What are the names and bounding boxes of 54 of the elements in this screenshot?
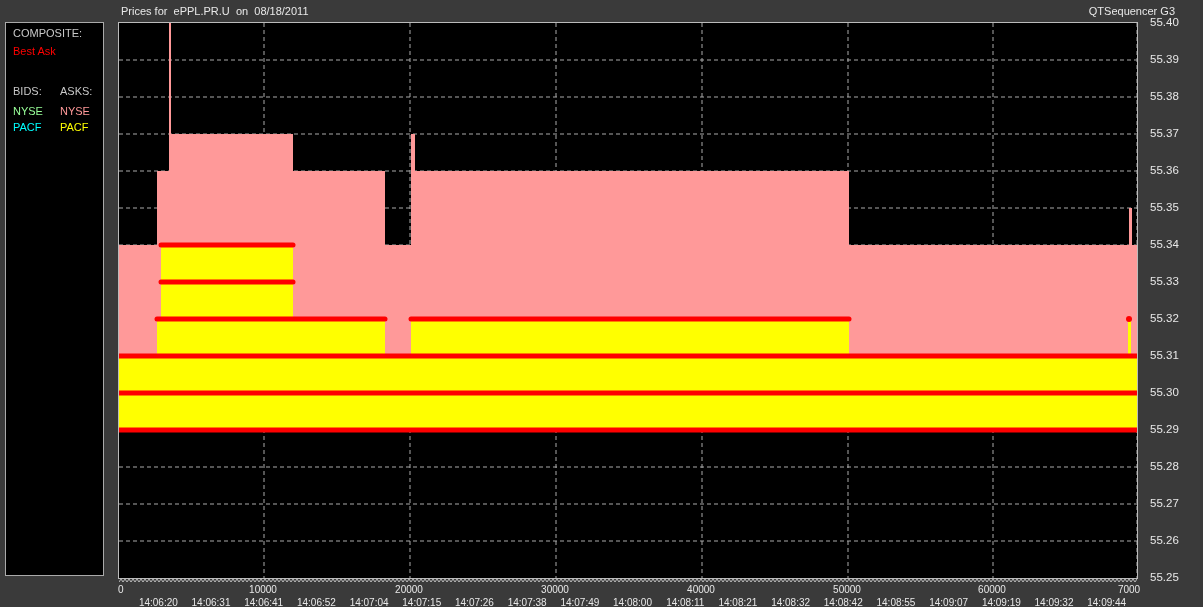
legend-heading: BIDS: [13,85,43,97]
time-label: 14:09:44 [1086,597,1128,607]
time-label: 14:08:00 [612,597,653,607]
axis-label: 40000 [687,584,715,595]
price-label: 55.30 [1150,386,1179,398]
legend-label: PACF [59,121,90,133]
time-label: 14:08:21 [717,597,759,607]
best-ask-point [1126,316,1132,322]
app-name: QTSequencer G3 [1088,5,1175,17]
legend-label: Best Ask [13,45,57,57]
time-label: 14:08:32 [770,597,812,607]
time-label: 14:07:15 [401,597,443,607]
price-label: 55.26 [1150,534,1179,546]
legend-heading: COMPOSITE: [13,27,84,39]
time-label: 14:08:11 [665,597,706,607]
axis-label: 10000 [249,584,277,595]
time-label: 14:07:49 [559,597,601,607]
time-label: 14:08:42 [822,597,864,607]
time-label: 14:08:55 [875,597,917,607]
time-label: 14:09:32 [1033,597,1075,607]
axis-label: 7000 [1117,584,1141,595]
axis-label: 20000 [395,584,423,595]
time-label: 14:07:04 [348,597,390,607]
axis-label: 30000 [541,584,569,595]
price-label: 55.36 [1150,164,1179,176]
legend-label: NYSE [13,105,43,117]
time-label: 14:09:19 [980,597,1022,607]
axis-label: 0 [118,584,124,595]
time-label: 14:06:52 [295,597,337,607]
time-label: 14:06:20 [137,597,179,607]
axis-label: 50000 [833,584,861,595]
price-label: 55.33 [1150,275,1179,287]
price-label: 55.37 [1150,127,1179,139]
time-label: 14:09:07 [928,597,970,607]
price-label: 55.34 [1150,238,1179,250]
axis-label: 60000 [978,584,1006,595]
price-label: 55.32 [1150,312,1179,324]
chart-title: Prices for ePPL.PR.U on 08/18/2011 [121,5,309,17]
legend-label: NYSE [59,105,91,117]
price-label: 55.35 [1150,201,1179,213]
price-label: 55.28 [1150,460,1179,472]
time-label: 14:07:38 [506,597,548,607]
price-label: 55.39 [1150,53,1179,65]
price-label: 55.29 [1150,423,1179,435]
price-label: 55.31 [1150,349,1179,361]
time-label: 14:07:26 [454,597,495,607]
price-label: 55.38 [1150,90,1179,102]
legend-label: PACF [13,121,43,133]
legend-heading: ASKS: [59,85,93,97]
time-label: 14:06:31 [190,597,232,607]
time-label: 14:06:41 [243,597,285,607]
price-label: 55.40 [1150,16,1179,28]
price-label: 55.25 [1150,571,1179,583]
price-label: 55.27 [1150,497,1179,509]
